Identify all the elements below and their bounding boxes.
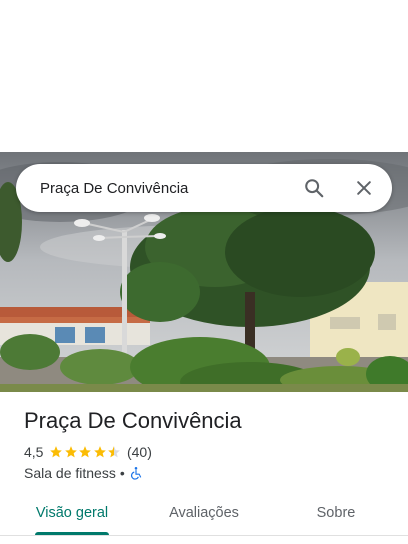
star-icon [50, 446, 63, 458]
place-category: Sala de fitness [24, 465, 116, 481]
tab-overview[interactable]: Visão geral [0, 494, 144, 532]
maps-place-screen: Praça De Convivência Praça De Convivênci… [0, 0, 408, 544]
star-icon [65, 446, 77, 458]
star-rating [49, 445, 122, 459]
tab-about[interactable]: Sobre [264, 494, 408, 532]
place-title: Praça De Convivência [24, 408, 242, 433]
separator-dot: • [119, 465, 125, 481]
close-icon[interactable] [352, 176, 376, 200]
search-query-text[interactable]: Praça De Convivência [40, 180, 302, 197]
review-count[interactable]: (40) [127, 444, 152, 460]
wheelchair-icon [129, 466, 143, 480]
star-icon [79, 446, 92, 458]
rating-row[interactable]: 4,5 (40) [24, 444, 152, 460]
category-row: Sala de fitness • [24, 465, 143, 481]
tab-divider [0, 535, 408, 536]
search-icon[interactable] [302, 176, 326, 200]
search-bar[interactable]: Praça De Convivência [16, 164, 392, 212]
rating-value: 4,5 [24, 444, 44, 460]
half-star-icon [108, 446, 121, 458]
tab-bar: Visão geral Avaliações Sobre [0, 494, 408, 536]
star-icon [94, 446, 106, 458]
tab-reviews[interactable]: Avaliações [144, 494, 264, 532]
map-blank-area [0, 0, 408, 152]
